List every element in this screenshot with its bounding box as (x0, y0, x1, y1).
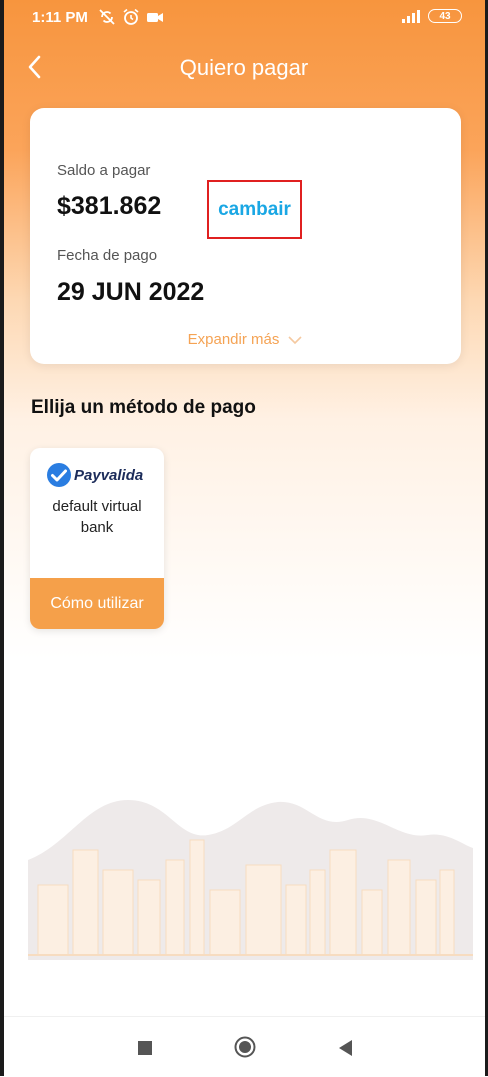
change-link[interactable]: cambair (218, 199, 291, 221)
signal-icon (402, 9, 420, 23)
status-icons-right: 43 (402, 9, 462, 23)
status-time: 1:11 PM (32, 9, 88, 26)
chevron-down-icon (288, 335, 302, 344)
expand-more-label: Expandir más (187, 331, 280, 348)
home-icon[interactable] (234, 1036, 256, 1058)
video-icon (147, 13, 163, 22)
battery-icon: 43 (428, 9, 462, 23)
sync-off-icon (99, 9, 115, 25)
app-header: Quiero pagar (0, 40, 488, 96)
recent-apps-icon[interactable] (138, 1041, 152, 1055)
payment-date-label: Fecha de pago (57, 247, 158, 264)
alarm-icon (123, 8, 139, 25)
battery-level: 43 (439, 10, 451, 22)
payment-method-card[interactable]: Payvalida default virtual bank Cómo util… (30, 448, 164, 629)
payment-summary-card: Saldo a pagar $381.862 cambair Fecha de … (30, 108, 461, 364)
expand-more-button[interactable]: Expandir más (30, 331, 461, 348)
screen-left-edge (0, 0, 4, 1076)
check-badge-icon (47, 463, 71, 487)
city-skyline-illustration (28, 800, 473, 960)
change-highlight-box: cambair (207, 180, 302, 239)
payment-date-value: 29 JUN 2022 (57, 278, 205, 306)
payvalida-logo: Payvalida (46, 462, 143, 488)
how-to-use-button[interactable]: Cómo utilizar (30, 578, 164, 629)
balance-label: Saldo a pagar (57, 162, 151, 179)
system-nav-bar (0, 1016, 488, 1077)
balance-amount: $381.862 (57, 192, 162, 220)
payvalida-logo-text: Payvalida (74, 466, 144, 484)
status-icons-left (98, 8, 164, 26)
payment-method-name: default virtual bank (52, 498, 142, 536)
payment-method-title: Ellija un método de pago (31, 397, 256, 418)
status-bar: 1:11 PM 43 (0, 0, 488, 36)
back-icon[interactable] (337, 1039, 353, 1057)
page-title: Quiero pagar (179, 55, 309, 80)
